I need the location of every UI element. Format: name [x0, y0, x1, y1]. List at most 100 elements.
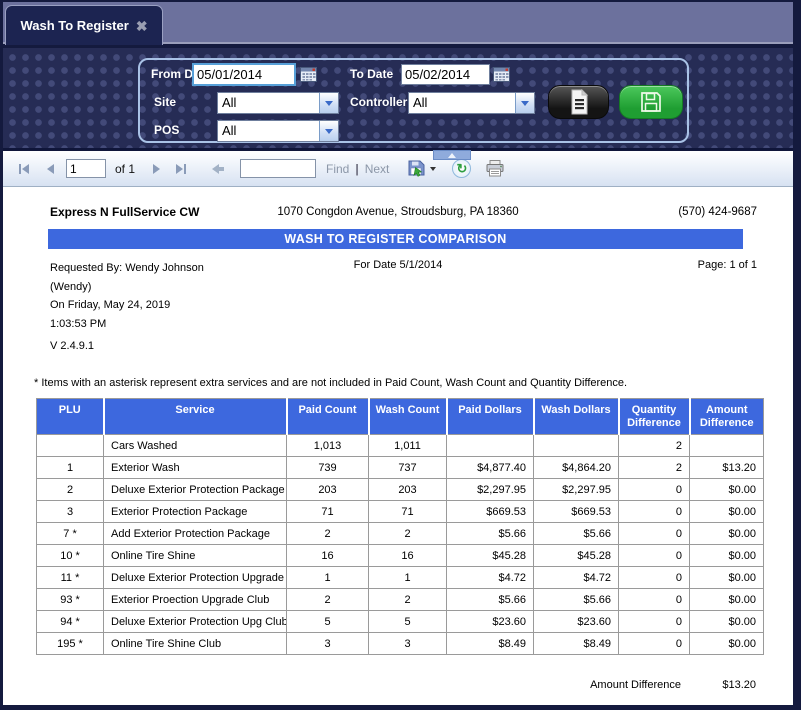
- export-icon: [407, 160, 426, 177]
- table-row: 195 *Online Tire Shine Club33$8.49$8.490…: [37, 633, 764, 655]
- refresh-icon: ↻: [452, 159, 471, 178]
- table-cell: Exterior Proection Upgrade Club: [104, 589, 287, 611]
- next-page-button[interactable]: [151, 162, 162, 176]
- first-page-button[interactable]: [17, 162, 31, 176]
- table-cell: 195 *: [37, 633, 104, 655]
- table-cell: $5.66: [447, 523, 534, 545]
- table-cell: 5: [287, 611, 369, 633]
- footer-amount-difference-value: $13.20: [681, 679, 763, 691]
- export-button[interactable]: [407, 160, 436, 177]
- chevron-down-icon[interactable]: [319, 121, 338, 141]
- site-select[interactable]: All: [217, 92, 339, 114]
- column-header: Quantity Difference: [619, 399, 690, 435]
- version-label: V 2.4.9.1: [50, 340, 94, 352]
- previous-page-icon: [47, 164, 54, 174]
- parameter-collapse-handle[interactable]: [433, 150, 471, 160]
- next-link[interactable]: Next: [365, 162, 390, 176]
- table-cell: $0.00: [690, 567, 764, 589]
- chevron-down-icon[interactable]: [319, 93, 338, 113]
- table-cell: 1: [369, 567, 447, 589]
- table-cell: $0.00: [690, 589, 764, 611]
- table-cell: 1,013: [287, 435, 369, 457]
- comparison-table: PLUServicePaid CountWash CountPaid Dolla…: [36, 398, 764, 655]
- find-text-input[interactable]: [240, 159, 316, 178]
- table-cell: 93 *: [37, 589, 104, 611]
- table-cell: Cars Washed: [104, 435, 287, 457]
- tab-wash-to-register[interactable]: Wash To Register ✖: [5, 5, 163, 45]
- table-cell: 0: [619, 501, 690, 523]
- first-page-icon: [22, 164, 29, 174]
- report-view-button[interactable]: [548, 85, 609, 119]
- table-cell: 0: [619, 567, 690, 589]
- table-cell: 2: [619, 435, 690, 457]
- table-cell: Online Tire Shine Club: [104, 633, 287, 655]
- pos-select-value: All: [218, 121, 319, 141]
- table-cell: 16: [287, 545, 369, 567]
- last-page-icon: [176, 164, 183, 174]
- column-header: Service: [104, 399, 287, 435]
- table-cell: 3: [37, 501, 104, 523]
- table-footer: Amount Difference $13.20: [36, 679, 763, 691]
- to-date-calendar-icon[interactable]: [493, 66, 510, 82]
- table-cell: 11 *: [37, 567, 104, 589]
- table-cell: $0.00: [690, 611, 764, 633]
- collapse-up-icon: [448, 153, 456, 158]
- page-number-input[interactable]: [66, 159, 106, 178]
- table-cell: 203: [287, 479, 369, 501]
- table-cell: 2: [37, 479, 104, 501]
- table-cell: 94 *: [37, 611, 104, 633]
- table-cell: Exterior Protection Package: [104, 501, 287, 523]
- find-link[interactable]: Find: [326, 162, 349, 176]
- refresh-button[interactable]: ↻: [452, 159, 471, 178]
- table-cell: $5.66: [534, 589, 619, 611]
- table-cell: 0: [619, 589, 690, 611]
- report-table-head-row: PLUServicePaid CountWash CountPaid Dolla…: [37, 399, 764, 435]
- company-phone: (570) 424-9687: [678, 206, 757, 218]
- from-date-calendar-icon[interactable]: [300, 66, 317, 82]
- table-cell: $0.00: [690, 501, 764, 523]
- table-cell: 1,011: [369, 435, 447, 457]
- chevron-down-icon[interactable]: [515, 93, 534, 113]
- table-cell: Deluxe Exterior Protection Upgrade: [104, 567, 287, 589]
- last-page-button[interactable]: [174, 162, 188, 176]
- column-header: Paid Dollars: [447, 399, 534, 435]
- report-title-banner: WASH TO REGISTER COMPARISON: [48, 229, 743, 249]
- table-cell: 2: [287, 523, 369, 545]
- table-cell: $23.60: [534, 611, 619, 633]
- table-cell: 2: [287, 589, 369, 611]
- previous-page-button[interactable]: [45, 162, 56, 176]
- site-select-value: All: [218, 93, 319, 113]
- column-header: Wash Count: [369, 399, 447, 435]
- table-cell: 1: [37, 457, 104, 479]
- page-indicator: Page: 1 of 1: [698, 259, 757, 271]
- to-date-input[interactable]: [401, 64, 490, 85]
- table-row: 2Deluxe Exterior Protection Package20320…: [37, 479, 764, 501]
- table-cell: 71: [287, 501, 369, 523]
- print-button[interactable]: [485, 160, 505, 177]
- close-icon[interactable]: ✖: [136, 19, 148, 33]
- export-dropdown-caret: [430, 167, 436, 171]
- filter-area: From Date To Date: [3, 48, 793, 148]
- table-cell: $8.49: [534, 633, 619, 655]
- pos-select[interactable]: All: [217, 120, 339, 142]
- to-date-label: To Date: [350, 67, 393, 81]
- controller-select[interactable]: All: [408, 92, 535, 114]
- report-table-body: Cars Washed1,0131,01121Exterior Wash7397…: [37, 435, 764, 655]
- save-button[interactable]: [619, 85, 683, 119]
- table-cell: 71: [369, 501, 447, 523]
- page-count-label: of 1: [115, 162, 135, 176]
- controller-label: Controller: [350, 95, 407, 109]
- table-cell: $0.00: [690, 545, 764, 567]
- table-cell: $8.49: [447, 633, 534, 655]
- back-to-parent-button[interactable]: [212, 164, 224, 174]
- table-cell: 2: [369, 589, 447, 611]
- from-date-input[interactable]: [192, 63, 296, 86]
- table-cell: 203: [369, 479, 447, 501]
- table-cell: 0: [619, 479, 690, 501]
- table-row: 93 *Exterior Proection Upgrade Club22$5.…: [37, 589, 764, 611]
- table-cell: 0: [619, 611, 690, 633]
- table-cell: $0.00: [690, 479, 764, 501]
- table-cell: 7 *: [37, 523, 104, 545]
- asterisk-note: * Items with an asterisk represent extra…: [34, 377, 627, 389]
- table-cell: [690, 435, 764, 457]
